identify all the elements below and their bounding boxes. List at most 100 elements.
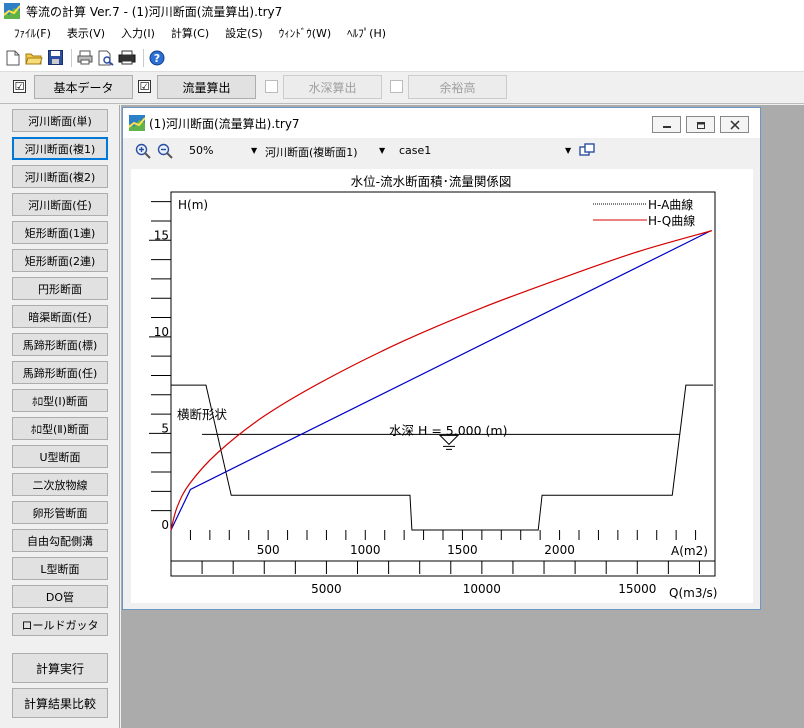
app-graph-icon xyxy=(129,115,145,131)
area-tick-label: 1500 xyxy=(447,543,478,557)
new-file-icon[interactable] xyxy=(4,49,22,67)
q-tick-label: 15000 xyxy=(618,582,656,596)
sidebar-item-horo-1[interactable]: ﾎﾛ型(Ⅰ)断面 xyxy=(12,389,108,412)
y-ticks: 0 5 10 15 xyxy=(149,201,171,532)
flow-calc-checkbox[interactable]: ☑ xyxy=(138,80,151,93)
plot-frame xyxy=(170,191,716,577)
sidebar-item-river-compound2[interactable]: 河川断面(複2) xyxy=(12,165,108,188)
menu-bar: ﾌｧｲﾙ(F) 表示(V) 入力(I) 計算(C) 設定(S) ｳｨﾝﾄﾞｳ(W… xyxy=(0,22,804,44)
sidebar-item-egg[interactable]: 卵形管断面 xyxy=(12,501,108,524)
chevron-down-icon[interactable]: ▼ xyxy=(379,146,385,155)
title-bar: 等流の計算 Ver.7 - (1)河川断面(流量算出).try7 xyxy=(0,0,804,22)
chevron-down-icon[interactable]: ▼ xyxy=(251,146,257,155)
chart-area: 水位-流水断面積･流量関係図 H(m) A(m2) Q(m3/s) H-A曲線 … xyxy=(131,169,753,603)
y-axis-label: H(m) xyxy=(178,198,208,212)
menu-window[interactable]: ｳｨﾝﾄﾞｳ(W) xyxy=(271,25,339,41)
sidebar-item-rect-2[interactable]: 矩形断面(2連) xyxy=(12,249,108,272)
sidebar-item-parabola[interactable]: 二次放物線 xyxy=(12,473,108,496)
minimize-button[interactable] xyxy=(652,116,681,133)
child-toolbar: 50% ▼ 河川断面(複断面1) ▼ case1 ▼ xyxy=(123,139,760,163)
sidebar-item-horseshoe-std[interactable]: 馬蹄形断面(標) xyxy=(12,333,108,356)
menu-view[interactable]: 表示(V) xyxy=(59,25,113,41)
window-title: 等流の計算 Ver.7 - (1)河川断面(流量算出).try7 xyxy=(26,4,283,19)
mode-bar: ☑ 基本データ ☑ 流量算出 水深算出 余裕高 xyxy=(0,72,804,104)
legend-label-ha: H-A曲線 xyxy=(648,197,693,212)
freeboard-button[interactable]: 余裕高 xyxy=(408,75,507,99)
child-title-bar: (1)河川断面(流量算出).try7 xyxy=(123,108,760,138)
flow-calc-button[interactable]: 流量算出 xyxy=(157,75,256,99)
toolbar-separator xyxy=(143,48,144,67)
zoom-out-icon[interactable] xyxy=(157,143,173,159)
help-icon[interactable]: ? xyxy=(148,49,166,67)
main-toolbar: ? xyxy=(0,44,804,72)
child-window-title: (1)河川断面(流量算出).try7 xyxy=(149,116,300,131)
printer-setup-icon[interactable] xyxy=(118,49,136,67)
section-shape-label: 横断形状 xyxy=(177,407,228,422)
case-select[interactable]: case1 xyxy=(399,144,431,157)
x-axis-label-q: Q(m3/s) xyxy=(669,586,717,600)
sidebar-item-l-type[interactable]: L型断面 xyxy=(12,557,108,580)
depth-calc-checkbox[interactable] xyxy=(265,80,278,93)
sidebar-item-free-gutter[interactable]: 自由勾配側溝 xyxy=(12,529,108,552)
basic-data-button[interactable]: 基本データ xyxy=(34,75,133,99)
sidebar-item-u-type[interactable]: U型断面 xyxy=(12,445,108,468)
y-tick-label: 15 xyxy=(154,228,169,242)
print-preview-icon[interactable] xyxy=(97,49,115,67)
sidebar-item-circle[interactable]: 円形断面 xyxy=(12,277,108,300)
area-tick-label: 1000 xyxy=(350,543,381,557)
legend-label-hq: H-Q曲線 xyxy=(648,213,695,228)
area-tick-label: 2000 xyxy=(544,543,575,557)
restore-button[interactable] xyxy=(686,116,715,133)
section-type-sidebar: 河川断面(単) 河川断面(複1) 河川断面(複2) 河川断面(任) 矩形断面(1… xyxy=(0,105,120,728)
y-tick-label: 0 xyxy=(161,518,169,532)
depth-calc-button[interactable]: 水深算出 xyxy=(283,75,382,99)
area-tick-label: 500 xyxy=(257,543,280,557)
sidebar-item-culvert[interactable]: 暗渠断面(任) xyxy=(12,305,108,328)
q-tick-label: 10000 xyxy=(463,582,501,596)
menu-file[interactable]: ﾌｧｲﾙ(F) xyxy=(6,25,59,41)
compare-results-button[interactable]: 計算結果比較 xyxy=(12,688,108,718)
sidebar-item-rolled-gutter[interactable]: ロールドガッタ xyxy=(12,613,108,636)
menu-input[interactable]: 入力(I) xyxy=(113,25,163,41)
basic-data-checkbox[interactable]: ☑ xyxy=(13,80,26,93)
child-window: (1)河川断面(流量算出).try7 50% ▼ 河川断面(複断面1) ▼ ca… xyxy=(122,107,761,610)
relation-chart: 水位-流水断面積･流量関係図 H(m) A(m2) Q(m3/s) H-A曲線 … xyxy=(149,174,717,600)
menu-calc[interactable]: 計算(C) xyxy=(163,25,217,41)
restore-icon xyxy=(696,121,705,129)
menu-help[interactable]: ﾍﾙﾌﾟ(H) xyxy=(339,25,394,41)
legend: H-A曲線 H-Q曲線 xyxy=(593,197,695,228)
chart-marks xyxy=(170,230,714,531)
minimize-icon xyxy=(662,125,671,128)
area-ticks: 500 1000 1500 2000 xyxy=(189,530,697,557)
sidebar-item-river-compound1[interactable]: 河川断面(複1) xyxy=(12,137,108,160)
x-axis-label-area: A(m2) xyxy=(671,544,708,558)
app-graph-icon xyxy=(4,3,20,19)
sidebar-item-do-pipe[interactable]: DO管 xyxy=(12,585,108,608)
zoom-select[interactable]: 50% xyxy=(189,144,213,157)
zoom-in-icon[interactable] xyxy=(135,143,151,159)
y-tick-label: 5 xyxy=(161,421,169,435)
section-select[interactable]: 河川断面(複断面1) xyxy=(265,144,358,160)
cross-section-outline xyxy=(171,384,714,531)
y-tick-label: 10 xyxy=(154,325,169,339)
menu-settings[interactable]: 設定(S) xyxy=(217,25,271,41)
chart-title: 水位-流水断面積･流量関係図 xyxy=(351,174,512,189)
window-copy-icon[interactable] xyxy=(579,143,595,159)
q-tick-label: 5000 xyxy=(311,582,342,596)
sidebar-item-rect-1[interactable]: 矩形断面(1連) xyxy=(12,221,108,244)
save-icon[interactable] xyxy=(46,49,64,67)
close-button[interactable] xyxy=(720,116,749,133)
chevron-down-icon[interactable]: ▼ xyxy=(565,146,571,155)
h-a-curve xyxy=(170,230,712,531)
q-ticks: 5000 10000 15000 xyxy=(201,561,700,596)
sidebar-item-river-arbitrary[interactable]: 河川断面(任) xyxy=(12,193,108,216)
open-folder-icon[interactable] xyxy=(25,49,43,67)
sidebar-item-horseshoe-any[interactable]: 馬蹄形断面(任) xyxy=(12,361,108,384)
sidebar-item-horo-2[interactable]: ﾎﾛ型(Ⅱ)断面 xyxy=(12,417,108,440)
sidebar-item-river-single[interactable]: 河川断面(単) xyxy=(12,109,108,132)
print-icon[interactable] xyxy=(76,49,94,67)
freeboard-checkbox[interactable] xyxy=(390,80,403,93)
run-calc-button[interactable]: 計算実行 xyxy=(12,653,108,683)
toolbar-separator xyxy=(71,48,72,67)
close-icon xyxy=(729,119,740,130)
